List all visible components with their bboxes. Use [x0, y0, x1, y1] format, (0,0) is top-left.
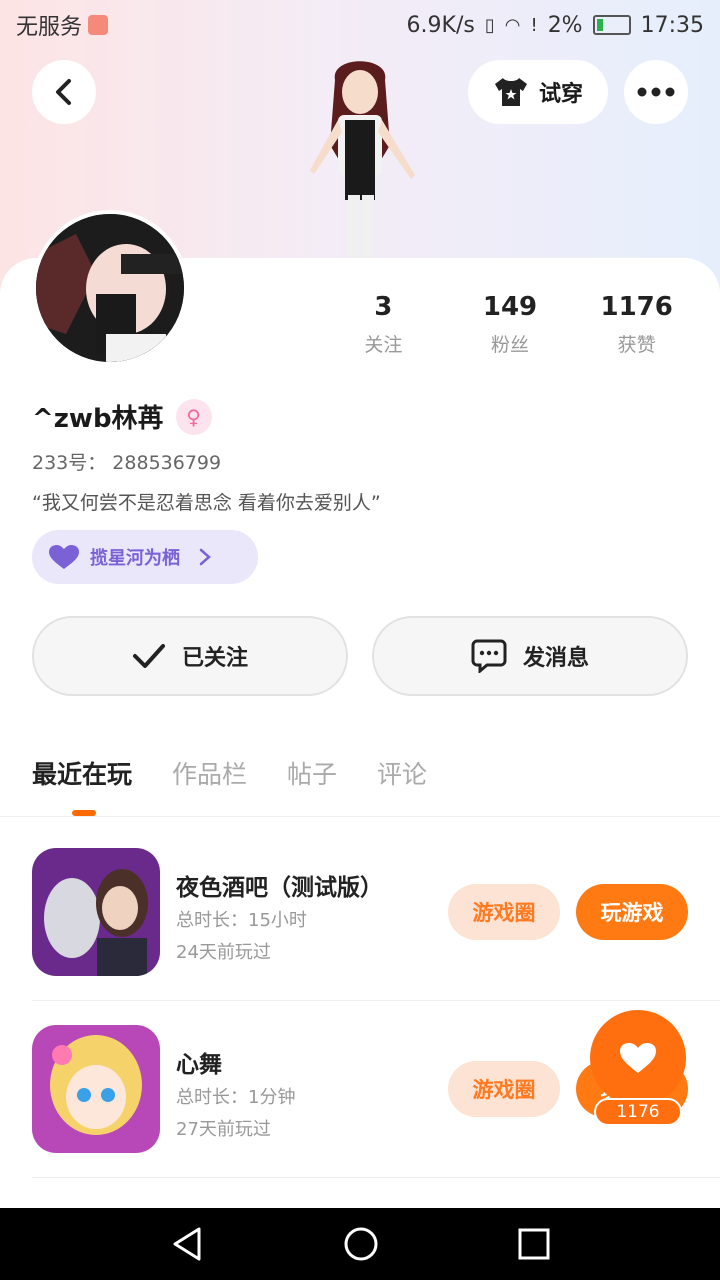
- tab-recently-played[interactable]: 最近在玩: [32, 755, 132, 791]
- tab-comments[interactable]: 评论: [377, 755, 427, 791]
- stat-label: 关注: [364, 334, 403, 356]
- followed-button[interactable]: 已关注: [32, 616, 348, 696]
- like-count-badge: 1176: [594, 1098, 682, 1126]
- chevron-right-icon: [199, 548, 211, 566]
- followed-label: 已关注: [181, 646, 248, 671]
- network-speed: 6.9K/s: [406, 12, 475, 38]
- avatar-3d-character: [310, 61, 415, 260]
- stat-value: 3: [374, 292, 393, 322]
- carrier-text: 无服务: [16, 15, 83, 40]
- send-message-button[interactable]: 发消息: [372, 616, 688, 696]
- nav-recents-icon[interactable]: [518, 1228, 550, 1260]
- checkmark-icon: [132, 644, 165, 668]
- battery-percent: 2%: [547, 12, 583, 38]
- stat-following[interactable]: 3 关注: [320, 292, 447, 357]
- battery-icon: [592, 15, 631, 35]
- vibrate-icon: ▯: [484, 14, 495, 36]
- game-duration: 总时长：15小时: [176, 910, 307, 931]
- status-bar: 无服务 6.9K/s ▯ ◠ ! 2% 17:35: [0, 0, 720, 50]
- game-cover-image: [32, 848, 160, 976]
- game-cover-image: [32, 1025, 160, 1153]
- wifi-icon: ◠: [504, 14, 521, 36]
- stat-label: 粉丝: [491, 334, 530, 356]
- game-circle-button[interactable]: 游戏圈: [448, 884, 560, 940]
- username: ^zwb林苒: [32, 404, 164, 434]
- clock: 17:35: [640, 12, 704, 38]
- game-last-played: 27天前玩过: [176, 1119, 271, 1140]
- battery-alert-icon: !: [530, 14, 538, 36]
- club-name: 揽星河为栖: [90, 548, 180, 569]
- user-id: 233号： 288536799: [32, 452, 222, 474]
- shirt-icon: [494, 78, 527, 106]
- chevron-left-icon: [56, 79, 71, 105]
- heart-icon: [620, 1043, 656, 1073]
- club-tag[interactable]: 揽星河为栖: [32, 530, 258, 584]
- game-duration: 总时长：1分钟: [176, 1087, 296, 1108]
- game-icon: [32, 848, 160, 976]
- avatar-image: [36, 214, 184, 362]
- female-gender-icon: ♀: [175, 398, 212, 435]
- heart-icon: [49, 545, 79, 569]
- try-on-label: 试穿: [538, 82, 583, 107]
- user-avatar[interactable]: [32, 210, 188, 366]
- stat-value: 149: [482, 292, 538, 322]
- play-game-button[interactable]: 玩游戏: [576, 884, 688, 940]
- nav-home-icon[interactable]: [343, 1226, 379, 1262]
- profile-tabs: 最近在玩 作品栏 帖子 评论: [32, 755, 427, 791]
- profile-stats: 3 关注 149 粉丝 1176 获赞: [320, 292, 700, 357]
- floating-like-button[interactable]: [590, 1010, 686, 1106]
- tab-posts[interactable]: 帖子: [287, 755, 337, 791]
- chat-bubble-icon: [471, 639, 507, 673]
- game-name: 夜色酒吧（测试版）: [176, 875, 383, 901]
- game-list-item[interactable]: 夜色酒吧（测试版） 总时长：15小时 24天前玩过 游戏圈 玩游戏: [32, 824, 720, 1001]
- stat-likes[interactable]: 1176 获赞: [573, 292, 700, 357]
- user-bio: “我又何尝不是忍着思念 看着你去爱别人”: [32, 492, 381, 514]
- game-circle-button[interactable]: 游戏圈: [448, 1061, 560, 1117]
- system-navigation-bar: [0, 1208, 720, 1280]
- more-dots-icon: [637, 87, 675, 97]
- game-last-played: 24天前玩过: [176, 942, 271, 963]
- divider: [0, 816, 720, 817]
- stat-value: 1176: [600, 292, 673, 322]
- more-options-button[interactable]: [624, 60, 688, 124]
- stat-label: 获赞: [617, 334, 656, 356]
- try-on-button[interactable]: 试穿: [468, 60, 608, 124]
- tab-works[interactable]: 作品栏: [172, 755, 247, 791]
- sim-icon: [88, 15, 109, 35]
- username-row: ^zwb林苒 ♀: [32, 398, 212, 435]
- send-message-label: 发消息: [522, 646, 589, 671]
- back-button[interactable]: [32, 60, 96, 124]
- stat-followers[interactable]: 149 粉丝: [447, 292, 574, 357]
- game-name: 心舞: [176, 1052, 222, 1078]
- game-icon: [32, 1025, 160, 1153]
- nav-back-icon[interactable]: [170, 1226, 204, 1262]
